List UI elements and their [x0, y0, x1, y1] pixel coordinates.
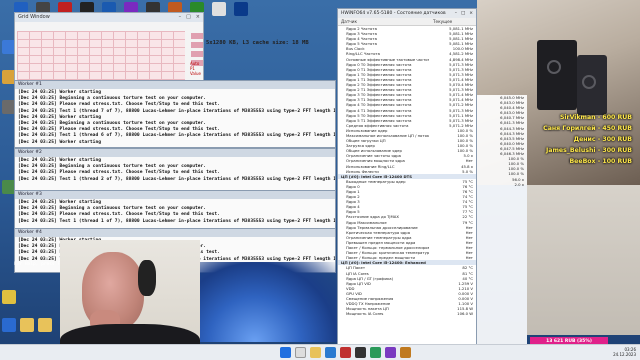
- worker-window[interactable]: Worker #3 [Dec 24 03:25] Worker starting…: [14, 190, 336, 230]
- donation-item: SirVikman - 600 RUB: [559, 114, 632, 121]
- taskbar-apps: [280, 347, 411, 358]
- grid-window: Grid Window – □ × Auto P1 Value: [14, 12, 204, 82]
- webcam-bottom-view: [527, 185, 640, 335]
- maximize-icon[interactable]: □: [461, 9, 465, 18]
- app-shortcut-icon[interactable]: [234, 2, 248, 16]
- hwinfo-extra-columns: 6,045.0 MHz 6,043.0 MHz 6,040.4 MHz 6,043.0…: [477, 95, 527, 345]
- app-icon[interactable]: [355, 347, 366, 358]
- start-icon[interactable]: [280, 347, 291, 358]
- sensor-value: 106.0 W: [457, 311, 473, 317]
- hwinfo-titlebar[interactable]: HWiNFO64 v7.65-5180 - Состояние датчиков…: [338, 9, 476, 18]
- worker-log: [Dec 24 03:25] Worker starting[Dec 24 03…: [15, 89, 335, 147]
- taskbar: 03:26 24.12.2023: [0, 344, 640, 360]
- desktop: Grid Window – □ × Auto P1 Value 5x1280 KB,…: [0, 0, 640, 360]
- fan-icon: [547, 60, 561, 74]
- hwinfo-window[interactable]: HWiNFO64 v7.65-5180 - Состояние датчиков…: [337, 8, 477, 348]
- donation-list: SirVikman - 600 RUB Саня Горилгей - 450 R…: [543, 112, 632, 167]
- log-line: [Dec 24 03:25] Test 1 (thread 1 of 7), 8…: [18, 218, 336, 224]
- clock-date: 24.12.2023: [613, 352, 636, 357]
- worker-window[interactable]: Worker #1 [Dec 24 03:25] Worker starting…: [14, 80, 336, 148]
- grid-area: [17, 31, 185, 81]
- grid-window-titlebar[interactable]: Grid Window – □ ×: [15, 13, 203, 22]
- folder-icon[interactable]: [38, 318, 52, 332]
- worker-window-title: Worker #4: [15, 229, 335, 237]
- log-line: [Dec 24 03:25] Test 1 (thread 6 of 7), 8…: [18, 133, 336, 139]
- cache-info: 5x1280 KB, L3 cache size: 18 MB: [206, 40, 309, 46]
- hwinfo-title: HWiNFO64 v7.65-5180 - Состояние датчиков: [341, 11, 446, 16]
- headphones-icon: [138, 260, 156, 296]
- browser-icon[interactable]: [325, 347, 336, 358]
- log-line: [Dec 24 03:25] Test 1 (thread 2 of 7), 8…: [18, 176, 336, 182]
- donation-item: James_Belushi - 300 RUB: [546, 147, 632, 154]
- desktop-app-icon[interactable]: [2, 290, 16, 304]
- donation-item: Саня Горилгей - 450 RUB: [543, 125, 632, 132]
- close-icon[interactable]: ×: [196, 13, 200, 22]
- app-icon[interactable]: [340, 347, 351, 358]
- folder-icon[interactable]: [20, 318, 34, 332]
- pc-case: [537, 40, 577, 110]
- log-line: [Dec 24 03:25] Test 1 (thread 7 of 7), 8…: [18, 108, 336, 114]
- worker-window-title: Worker #3: [15, 191, 335, 199]
- streamer-webcam: [60, 240, 200, 360]
- worker-log: [Dec 24 03:25] Worker starting[Dec 24 03…: [15, 199, 335, 226]
- system-tray: 03:26 24.12.2023: [613, 347, 636, 357]
- status-bar-text: For Help, press F1: [14, 262, 63, 267]
- minimize-icon[interactable]: –: [179, 13, 182, 22]
- explorer-icon[interactable]: [310, 347, 321, 358]
- worker-window-title: Worker #2: [15, 149, 335, 157]
- column-header-current[interactable]: Текущее: [430, 18, 452, 25]
- app-shortcut-icon[interactable]: [212, 2, 226, 16]
- grid-side-label: Auto P1 Value: [190, 61, 201, 76]
- donation-item: Денис - 300 RUB: [573, 136, 632, 143]
- sensor-max-row: 2.0 x: [477, 182, 527, 187]
- sensor-name: Мощность IA Cores: [346, 311, 384, 317]
- wallpaper-bloom: [200, 262, 337, 342]
- hwinfo-sensor-list: Ядро 2 Частота 5,081.1 MHz Ядро 3 Частота 5…: [338, 26, 476, 316]
- app-icon[interactable]: [400, 347, 411, 358]
- hwinfo-header: Датчик Текущее: [338, 18, 476, 26]
- search-icon[interactable]: [295, 347, 306, 358]
- log-line: [Dec 24 03:25] Worker starting: [18, 139, 101, 145]
- sensor-max-value: 2.0 x: [514, 181, 525, 187]
- fan-icon: [582, 75, 596, 89]
- minimize-icon[interactable]: –: [455, 9, 457, 18]
- close-icon[interactable]: ×: [469, 9, 473, 18]
- clock[interactable]: 03:26 24.12.2023: [613, 347, 636, 357]
- donation-item: BeeBox - 100 RUB: [569, 158, 632, 165]
- app-icon[interactable]: [370, 347, 381, 358]
- worker-window-title: Worker #1: [15, 81, 335, 89]
- column-header-sensor[interactable]: Датчик: [338, 18, 430, 25]
- grid-window-title: Grid Window: [18, 14, 50, 20]
- worker-window[interactable]: Worker #2 [Dec 24 03:25] Worker starting…: [14, 148, 336, 193]
- worker-log: [Dec 24 03:25] Worker starting[Dec 24 03…: [15, 157, 335, 184]
- desktop-app-icon[interactable]: [2, 318, 16, 332]
- maximize-icon[interactable]: □: [186, 13, 191, 22]
- sensor-row[interactable]: Мощность IA Cores 106.0 W: [338, 311, 476, 316]
- app-icon[interactable]: [385, 347, 396, 358]
